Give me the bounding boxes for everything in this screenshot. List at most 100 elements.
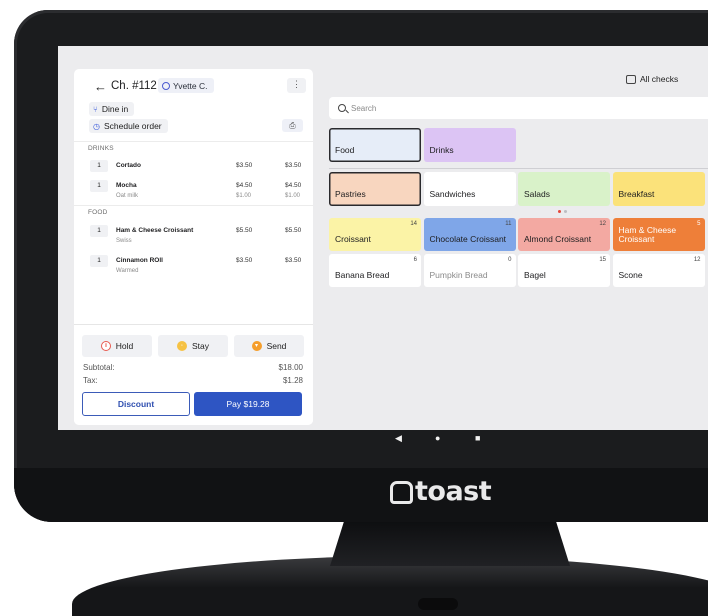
page-dot[interactable] (564, 210, 567, 213)
all-checks-button[interactable]: All checks (626, 74, 678, 84)
category-tile-pastries[interactable]: Pastries (329, 172, 421, 206)
tile-label: Banana Bread (335, 270, 390, 280)
toast-logo: toast (390, 476, 492, 507)
item-tile-bagel[interactable]: Bagel 15 (518, 254, 610, 287)
stay-icon: ◦ (176, 341, 187, 351)
stock-count: 14 (410, 221, 417, 227)
item-name: Ham & Cheese Croissant (116, 227, 194, 234)
device-chin (14, 468, 708, 522)
category-tile-sandwiches[interactable]: Sandwiches (423, 172, 516, 206)
item-qty: 1 (90, 160, 108, 172)
item-unit-price: $5.50 (236, 227, 253, 234)
tile-label: Bagel (524, 270, 546, 280)
item-total: $3.50 (285, 162, 302, 169)
group-tile-drinks[interactable]: Drinks (423, 128, 516, 162)
all-checks-label: All checks (640, 74, 679, 84)
item-modifier: Swiss (116, 238, 132, 244)
category-tile-breakfast[interactable]: Breakfast (612, 172, 705, 206)
subtotal-label: Subtotal: (83, 363, 115, 372)
tile-label: Ham & Cheese Croissant (618, 225, 677, 244)
tile-label: Scone (618, 270, 643, 280)
schedule-order-button[interactable]: ◷ Schedule order (89, 119, 168, 133)
item-modifier: Oat milk (116, 193, 139, 199)
divider (329, 168, 708, 169)
section-header-food: FOOD (88, 209, 108, 216)
check-footer: ॥ Hold ◦ Stay ▾ Send Subtotal: $18.00 Ta… (74, 324, 313, 425)
modifier-unit-price: $1.00 (236, 193, 252, 199)
item-tile-scone[interactable]: Scone 12 (612, 254, 705, 287)
android-nav-bar (58, 430, 708, 448)
pay-button[interactable]: Pay $19.28 (194, 392, 302, 416)
divider (74, 141, 313, 142)
item-unit-price: $3.50 (236, 162, 253, 169)
item-tile-chocolate-croissant[interactable]: Chocolate Croissant 11 (423, 218, 516, 251)
tile-label: Almond Croissant (524, 234, 592, 244)
search-icon (338, 104, 346, 112)
check-header: ← Ch. #112 Yvette C. ⋮ ⑂ Dine in ◷ Sched… (74, 69, 313, 141)
line-item-ham-cheese-croissant[interactable]: 1 Ham & Cheese Croissant $5.50 $5.50 Swi… (74, 225, 313, 253)
divider (74, 205, 313, 206)
page-dot[interactable] (558, 210, 561, 213)
tile-label: Pumpkin Bread (429, 270, 488, 280)
stock-count: 12 (599, 221, 606, 227)
nav-recents-icon[interactable]: ■ (475, 434, 480, 443)
nav-home-icon[interactable]: ● (435, 434, 440, 443)
more-menu-button[interactable]: ⋮ (287, 78, 306, 93)
item-tile-pumpkin-bread[interactable]: Pumpkin Bread 0 (423, 254, 516, 287)
stand-slot (418, 598, 458, 610)
item-total: $3.50 (285, 257, 302, 264)
check-panel: ← Ch. #112 Yvette C. ⋮ ⑂ Dine in ◷ Sched… (74, 69, 313, 425)
stock-count: 12 (693, 257, 701, 263)
stock-count: 15 (599, 257, 606, 263)
stay-button[interactable]: ◦ Stay (158, 335, 228, 357)
item-tile-ham-cheese-croissant[interactable]: Ham & Cheese Croissant 5 (612, 218, 705, 251)
group-tile-food[interactable]: Food (329, 128, 421, 162)
line-item-mocha[interactable]: 1 Mocha $4.50 $4.50 Oat milk $1.00 $1.00 (74, 180, 313, 208)
tax-label: Tax: (83, 376, 98, 385)
line-item-cinnamon-roll[interactable]: 1 Cinnamon ROll $3.50 $3.50 Warmed (74, 255, 313, 283)
item-total: $4.50 (285, 182, 302, 189)
hold-button[interactable]: ॥ Hold (82, 335, 152, 357)
item-qty: 1 (90, 255, 108, 267)
back-arrow-icon[interactable]: ← (94, 79, 107, 94)
item-name: Cinnamon ROll (116, 257, 163, 264)
category-tile-salads[interactable]: Salads (518, 172, 610, 206)
checks-icon (626, 74, 636, 84)
subtotal-value: $18.00 (278, 363, 303, 372)
search-input[interactable]: Search (329, 97, 708, 119)
tile-label: Croissant (335, 234, 371, 244)
section-header-drinks: DRINKS (88, 145, 114, 152)
stock-count: 11 (505, 221, 512, 227)
dine-in-icon: ⑂ (93, 104, 98, 114)
item-name: Mocha (116, 182, 137, 189)
item-unit-price: $3.50 (236, 257, 253, 264)
item-qty: 1 (90, 180, 108, 192)
item-name: Cortado (116, 162, 141, 169)
stock-count: 6 (413, 257, 417, 263)
tile-label: Food (335, 145, 355, 155)
nav-back-icon[interactable]: ◀ (395, 434, 402, 443)
item-tile-croissant[interactable]: Croissant 14 (329, 218, 421, 251)
item-tile-almond-croissant[interactable]: Almond Croissant 12 (518, 218, 610, 251)
tile-label: Drinks (429, 145, 454, 155)
modifier-total: $1.00 (285, 193, 301, 199)
stand-neck (330, 520, 570, 566)
guest-chip[interactable]: Yvette C. (158, 78, 214, 93)
tax-value: $1.28 (282, 376, 303, 385)
guest-icon (162, 81, 170, 90)
printer-icon[interactable]: ⎙ (282, 119, 303, 132)
tile-label: Pastries (335, 189, 366, 199)
send-button[interactable]: ▾ Send (234, 335, 304, 357)
schedule-order-label: Schedule order (103, 121, 162, 131)
tile-label: Salads (524, 189, 550, 199)
item-tile-banana-bread[interactable]: Banana Bread 6 (329, 254, 421, 287)
product-photo: toast ◀ ● ■ ← Ch. #112 Yvette C. ⋮ ⑂ Din… (0, 0, 708, 616)
toast-logo-text: toast (415, 476, 492, 507)
pause-icon: ॥ (100, 341, 111, 351)
item-qty: 1 (90, 225, 108, 237)
dine-in-button[interactable]: ⑂ Dine in (89, 102, 135, 116)
clock-icon: ◷ (93, 121, 100, 131)
search-placeholder: Search (351, 103, 377, 113)
discount-button[interactable]: Discount (82, 392, 190, 416)
send-label: Send (266, 341, 287, 351)
